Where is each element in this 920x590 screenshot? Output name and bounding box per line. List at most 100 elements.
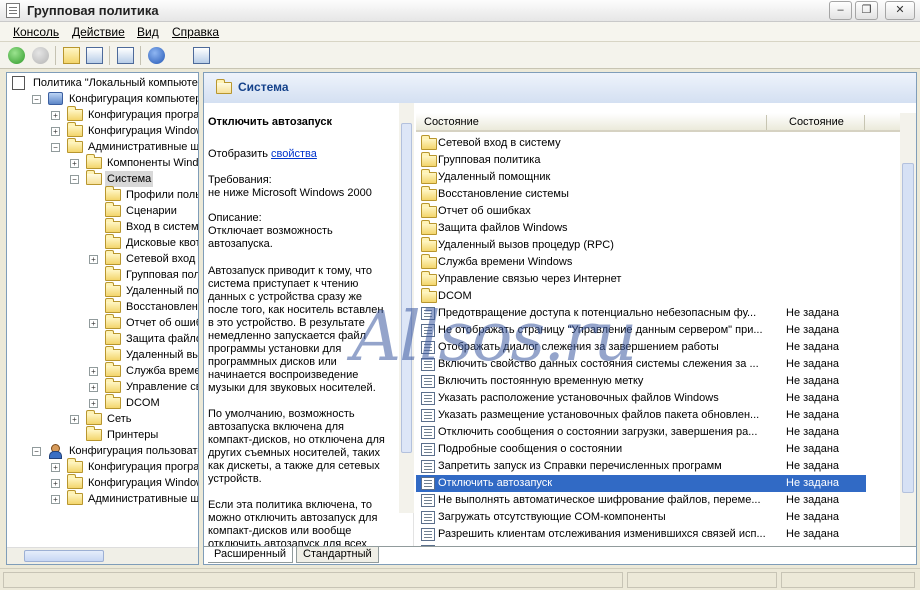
- close-button[interactable]: ✕: [885, 1, 915, 20]
- list-item-setting[interactable]: Включить постоянную временную метку Не за…: [416, 373, 866, 390]
- list-item-folder[interactable]: Отчет об ошибках: [416, 203, 866, 220]
- tree-item[interactable]: + Административные шабл: [7, 490, 198, 507]
- minimize-button[interactable]: –: [829, 1, 852, 20]
- setting-name: Загружать отсутствующие COM-компоненты: [438, 511, 666, 523]
- expand-icon[interactable]: +: [89, 399, 98, 408]
- tree-item[interactable]: + Конфигурация программ: [7, 458, 198, 475]
- list-item-setting[interactable]: Отключить сообщения о состоянии загрузки…: [416, 424, 866, 441]
- back-icon[interactable]: [8, 47, 25, 64]
- menu-view[interactable]: Вид: [137, 25, 159, 39]
- help-icon[interactable]: [148, 47, 165, 64]
- description-scrollbar[interactable]: [399, 103, 414, 513]
- list-item-folder[interactable]: Восстановление системы: [416, 186, 866, 203]
- tree-item[interactable]: − Конфигурация пользователя: [7, 443, 198, 459]
- column-header-name[interactable]: Состояние: [424, 116, 479, 128]
- expand-icon[interactable]: +: [70, 415, 79, 424]
- expand-icon[interactable]: +: [51, 127, 60, 136]
- list-item-folder[interactable]: Удаленный вызов процедур (RPC): [416, 237, 866, 254]
- scrollbar-thumb[interactable]: [24, 550, 104, 562]
- tree-item[interactable]: + DCOM: [7, 394, 198, 411]
- list-item-setting[interactable]: Указать расположение установочных файлов…: [416, 390, 866, 407]
- tree-item[interactable]: + Служба времени W: [7, 362, 198, 379]
- expand-icon[interactable]: +: [51, 463, 60, 472]
- tree-item[interactable]: + Управление связь: [7, 378, 198, 395]
- up-folder-icon[interactable]: [63, 47, 80, 64]
- list-item-folder[interactable]: Служба времени Windows: [416, 254, 866, 271]
- tree-item[interactable]: Групповая полити: [7, 266, 198, 283]
- expand-icon[interactable]: +: [51, 479, 60, 488]
- scrollbar-thumb[interactable]: [902, 163, 914, 493]
- column-header-state[interactable]: Состояние: [789, 116, 844, 128]
- menu-action[interactable]: Действие: [72, 25, 125, 39]
- expand-icon[interactable]: +: [89, 367, 98, 376]
- tree-item[interactable]: + Компоненты Windows: [7, 154, 198, 171]
- list-item-setting[interactable]: Запретить запуск из Справки перечисленны…: [416, 458, 866, 475]
- collapse-icon[interactable]: −: [70, 175, 79, 184]
- tree-item[interactable]: + Сетевой вход в с: [7, 250, 198, 267]
- list-item-setting[interactable]: Отображать диалог слежения за завершение…: [416, 339, 866, 356]
- tree-item[interactable]: + Отчет об ошибках: [7, 314, 198, 331]
- tree-item[interactable]: + Сеть: [7, 410, 198, 427]
- expand-icon[interactable]: +: [70, 159, 79, 168]
- setting-state: Не задана: [786, 511, 840, 523]
- setting-state: Не задана: [786, 307, 840, 319]
- tree-item[interactable]: + Конфигурация программ: [7, 106, 198, 123]
- properties-icon[interactable]: [193, 47, 210, 64]
- list-item-setting[interactable]: Предотвращение доступа к потенциально не…: [416, 305, 866, 322]
- list-item-setting[interactable]: Включить свойство данных состояния систе…: [416, 356, 866, 373]
- menu-help[interactable]: Справка: [172, 25, 219, 39]
- tree-item[interactable]: − Система: [7, 170, 198, 187]
- forward-icon[interactable]: [32, 47, 49, 64]
- menu-console[interactable]: Консоль: [13, 25, 59, 39]
- list-item-setting[interactable]: Указать размещение установочных файлов п…: [416, 407, 866, 424]
- expand-icon[interactable]: +: [89, 255, 98, 264]
- tree-item[interactable]: Защита файлов W: [7, 330, 198, 347]
- tree-item[interactable]: − Административные шабл: [7, 138, 198, 155]
- expand-icon[interactable]: +: [51, 111, 60, 120]
- list-item-setting[interactable]: Подробные сообщения о состоянии Не задана: [416, 441, 866, 458]
- tree-item[interactable]: Удаленный вызов: [7, 346, 198, 363]
- expand-icon[interactable]: +: [51, 495, 60, 504]
- list-item-folder[interactable]: Удаленный помощник: [416, 169, 866, 186]
- export-list-icon[interactable]: [117, 47, 134, 64]
- properties-link[interactable]: свойства: [271, 148, 317, 160]
- collapse-icon[interactable]: −: [32, 95, 41, 104]
- tree-item[interactable]: Восстановление с: [7, 298, 198, 315]
- tree-item[interactable]: + Конфигурация Windows: [7, 474, 198, 491]
- list-item-folder[interactable]: Групповая политика: [416, 152, 866, 169]
- tree-item[interactable]: Сценарии: [7, 202, 198, 219]
- folder-icon: [67, 490, 83, 505]
- tree-item[interactable]: + Конфигурация Windows: [7, 122, 198, 139]
- tab-standard[interactable]: Стандартный: [296, 547, 379, 563]
- list-item-setting[interactable]: Не выполнять автоматическое шифрование ф…: [416, 492, 866, 509]
- list-scrollbar[interactable]: [900, 113, 916, 546]
- tree-item[interactable]: Вход в систему: [7, 218, 198, 235]
- tree-item[interactable]: Принтеры: [7, 426, 198, 443]
- tree-item[interactable]: − Конфигурация компьютера: [7, 91, 198, 107]
- folder-icon: [67, 122, 83, 137]
- tree-item[interactable]: Профили пользова: [7, 186, 198, 203]
- policy-setting-icon: [421, 341, 435, 354]
- expand-icon[interactable]: +: [89, 383, 98, 392]
- tab-extended[interactable]: Расширенный: [208, 547, 293, 563]
- show-hide-tree-icon[interactable]: [86, 47, 103, 64]
- tree-item[interactable]: Политика "Локальный компьюте: [7, 75, 198, 91]
- collapse-icon[interactable]: −: [51, 143, 60, 152]
- list-item-setting[interactable]: Отключить автозапуск Не задана: [416, 475, 866, 492]
- list-item-folder[interactable]: Управление связью через Интернет: [416, 271, 866, 288]
- restore-button[interactable]: ❐: [855, 1, 878, 20]
- collapse-icon[interactable]: −: [32, 447, 41, 456]
- tree-item[interactable]: Дисковые квоты: [7, 234, 198, 251]
- scrollbar-thumb[interactable]: [401, 123, 412, 453]
- list-item-folder[interactable]: Защита файлов Windows: [416, 220, 866, 237]
- tree-horizontal-scrollbar[interactable]: [7, 547, 198, 564]
- folder-icon: [67, 474, 83, 489]
- list-item-folder[interactable]: DCOM: [416, 288, 866, 305]
- list-item-setting[interactable]: Не отображать страницу "Управление данны…: [416, 322, 866, 339]
- list-item-folder[interactable]: Сетевой вход в систему: [416, 135, 866, 152]
- list-item-setting[interactable]: Загружать отсутствующие COM-компоненты Не…: [416, 509, 866, 526]
- tree-item[interactable]: Удаленный помощ: [7, 282, 198, 299]
- list-item-setting[interactable]: Разрешить клиентам отслеживания изменивш…: [416, 526, 866, 543]
- expand-icon[interactable]: +: [89, 319, 98, 328]
- console-tree[interactable]: Политика "Локальный компьюте − Конфигураци…: [6, 72, 199, 565]
